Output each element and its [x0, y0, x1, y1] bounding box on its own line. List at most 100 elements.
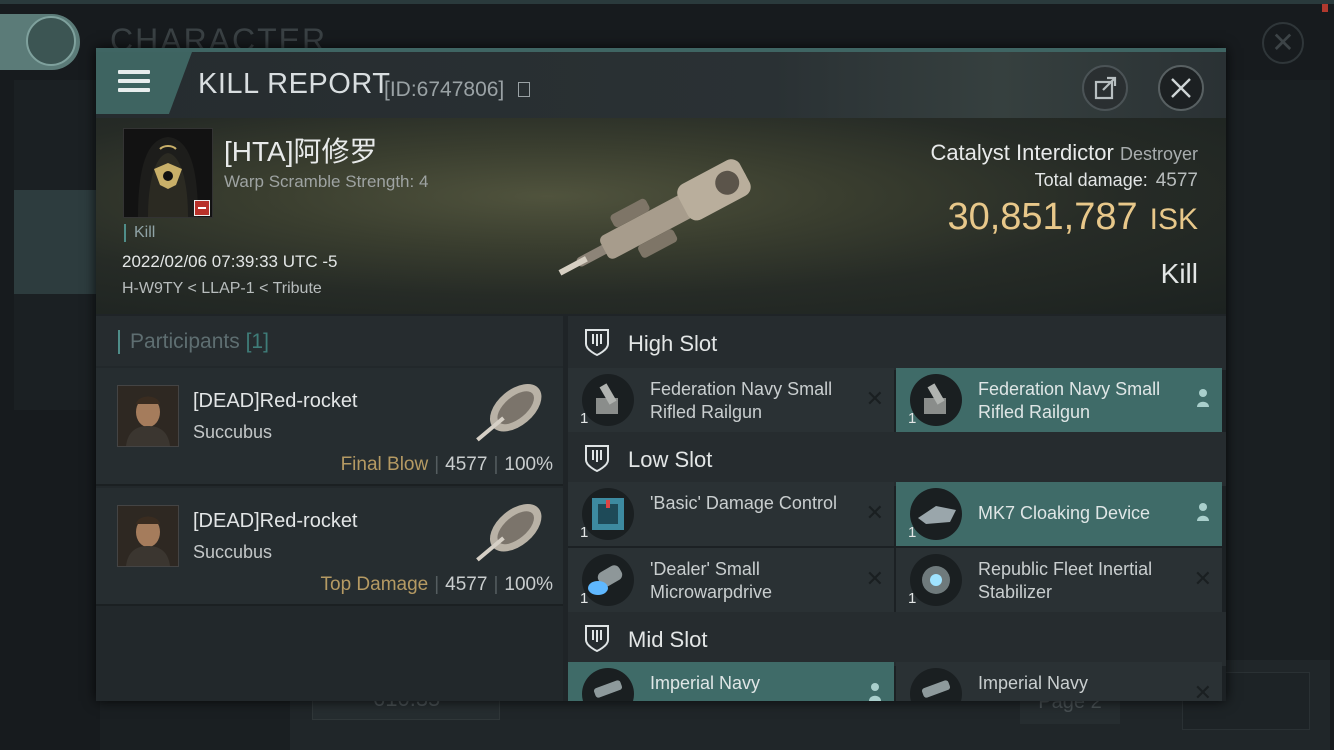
participant-stats: Final Blow | 4577 | 100% — [340, 454, 553, 475]
participant-damage: 4577 — [445, 574, 488, 595]
module-name: 'Dealer' Small Microwarpdrive — [650, 559, 773, 602]
ship-name: Catalyst Interdictor — [930, 140, 1114, 165]
participant-percent: 100% — [504, 574, 553, 595]
background-sidebar — [14, 80, 98, 410]
module-name: Federation Navy Small Rifled Railgun — [650, 379, 833, 422]
succubus-ship-icon[interactable] — [466, 492, 556, 574]
high-slot-header: High Slot — [568, 316, 1226, 370]
participant-percent: 100% — [504, 454, 553, 475]
destroyed-icon: ✕ — [865, 386, 884, 411]
mid-slot-label: Mid Slot — [628, 627, 708, 652]
module-cell[interactable]: 1 Federation Navy Small Rifled Railgun ✕ — [568, 368, 894, 432]
kill-banner: [HTA]阿修罗 Warp Scramble Strength: 4 Kill … — [96, 118, 1226, 314]
destroyed-icon: ✕ — [1193, 680, 1212, 701]
close-button[interactable] — [1158, 65, 1204, 111]
module-name: Federation Navy Small Rifled Railgun — [978, 379, 1161, 422]
participant-damage: 4577 — [445, 454, 488, 475]
module-qty: 1 — [908, 524, 917, 541]
module-qty: 1 — [580, 410, 589, 427]
close-icon — [1171, 78, 1191, 98]
victim-ship[interactable]: Catalyst Interdictor Destroyer — [930, 140, 1198, 166]
module-cell[interactable]: 1 'Dealer' Small Microwarpdrive ✕ — [568, 548, 894, 612]
participant-stats: Top Damage | 4577 | 100% — [320, 574, 554, 595]
low-slot-icon — [585, 445, 609, 472]
railgun-icon — [582, 374, 634, 426]
participant-tag: Top Damage — [320, 574, 429, 595]
copy-icon[interactable] — [518, 82, 530, 97]
kill-id: [ID:6747806] — [384, 78, 505, 101]
kill-datetime: 2022/02/06 07:39:33 UTC -5 — [122, 252, 338, 271]
window-header: KILL REPORT [ID:6747806] — [96, 52, 1226, 118]
hostile-status-icon — [194, 200, 210, 216]
module-cell[interactable]: 1 MK7 Cloaking Device — [896, 482, 1222, 546]
hamburger-icon[interactable] — [118, 70, 150, 96]
kill-tag: Kill — [124, 224, 155, 242]
microwarpdrive-icon — [582, 554, 634, 606]
ship-class: Destroyer — [1119, 144, 1198, 164]
participant-tag: Final Blow — [340, 454, 429, 475]
low-slot-label: Low Slot — [628, 447, 713, 472]
module-qty: 1 — [908, 410, 917, 427]
cloaking-device-icon — [910, 488, 962, 540]
share-icon — [1094, 76, 1117, 100]
participant-ship: Succubus — [193, 542, 273, 562]
module-cell[interactable]: Imperial Navy ✕ — [896, 662, 1222, 701]
dropped-person-icon — [1197, 503, 1209, 521]
succubus-ship-icon[interactable] — [466, 372, 556, 454]
module-cell[interactable]: 1 Federation Navy Small Rifled Railgun — [896, 368, 1222, 432]
victim-name[interactable]: [HTA]阿修罗 — [224, 130, 377, 170]
module-name: Imperial Navy — [978, 673, 1089, 693]
module-cell[interactable]: 1 Republic Fleet Inertial Stabilizer ✕ — [896, 548, 1222, 612]
module-name: 'Basic' Damage Control — [650, 493, 837, 513]
damage-control-icon — [582, 488, 634, 540]
participant-avatar[interactable] — [117, 385, 179, 447]
corner-indicator — [1322, 4, 1328, 12]
module-name: Republic Fleet Inertial Stabilizer — [978, 559, 1153, 602]
destroyed-icon: ✕ — [865, 500, 884, 525]
module-cell[interactable]: Imperial Navy — [568, 662, 894, 701]
low-slot-header: Low Slot — [568, 432, 1226, 486]
participant-row[interactable]: [DEAD]Red-rocket Succubus Final Blow | 457… — [96, 368, 563, 486]
high-slot-label: High Slot — [628, 331, 718, 356]
kill-location[interactable]: H-W9TY < LLAP-1 < Tribute — [122, 280, 322, 298]
module-cell[interactable]: 1 'Basic' Damage Control ✕ — [568, 482, 894, 546]
main-menu-button[interactable] — [0, 14, 80, 70]
total-damage-label: Total damage: — [1034, 170, 1148, 190]
participants-header: Participants [1] — [96, 316, 563, 366]
destroyed-icon: ✕ — [865, 566, 884, 591]
participant-ship: Succubus — [193, 422, 273, 442]
share-button[interactable] — [1082, 65, 1128, 111]
participant-name[interactable]: [DEAD]Red-rocket — [193, 390, 358, 413]
participant-row[interactable]: [DEAD]Red-rocket Succubus Top Damage | 457… — [96, 488, 563, 606]
isk-unit: ISK — [1149, 203, 1198, 236]
participants-label: Participants — [130, 330, 240, 353]
module-qty: 1 — [580, 524, 589, 541]
kill-report-window: KILL REPORT [ID:6747806] [HTA]阿修罗 Warp S… — [96, 48, 1226, 701]
module-icon — [910, 668, 962, 701]
module-name: MK7 Cloaking Device — [978, 503, 1151, 523]
participant-avatar[interactable] — [117, 505, 179, 567]
total-damage-value: 4577 — [1155, 170, 1198, 191]
railgun-icon — [910, 374, 962, 426]
participants-panel: Participants [1] [DEAD]Red-rocket Succub… — [96, 316, 563, 701]
module-name: Imperial Navy — [650, 673, 761, 693]
background-close-icon[interactable]: ✕ — [1262, 22, 1304, 64]
result-label: Kill — [1160, 258, 1198, 289]
fitting-slots: High Slot 1 Federation Navy Small Rifled… — [568, 316, 1226, 701]
mid-slot-icon — [585, 625, 609, 652]
isk-amount: 30,851,787 — [947, 196, 1138, 238]
mid-slot-header: Mid Slot — [568, 612, 1226, 666]
warp-scramble-strength: Warp Scramble Strength: 4 — [224, 172, 429, 191]
dropped-person-icon — [869, 683, 881, 701]
module-qty: 1 — [580, 590, 589, 607]
isk-value: 30,851,787 ISK — [947, 196, 1198, 239]
inertial-stabilizer-icon — [910, 554, 962, 606]
module-icon — [582, 668, 634, 701]
participant-name[interactable]: [DEAD]Red-rocket — [193, 510, 358, 533]
total-damage: Total damage: 4577 — [1035, 170, 1198, 192]
dropped-person-icon — [1197, 389, 1209, 407]
participants-title: Participants [1] — [130, 330, 269, 354]
module-qty: 1 — [908, 590, 917, 607]
victim-ship-image[interactable] — [536, 148, 786, 288]
destroyed-icon: ✕ — [1193, 566, 1212, 591]
